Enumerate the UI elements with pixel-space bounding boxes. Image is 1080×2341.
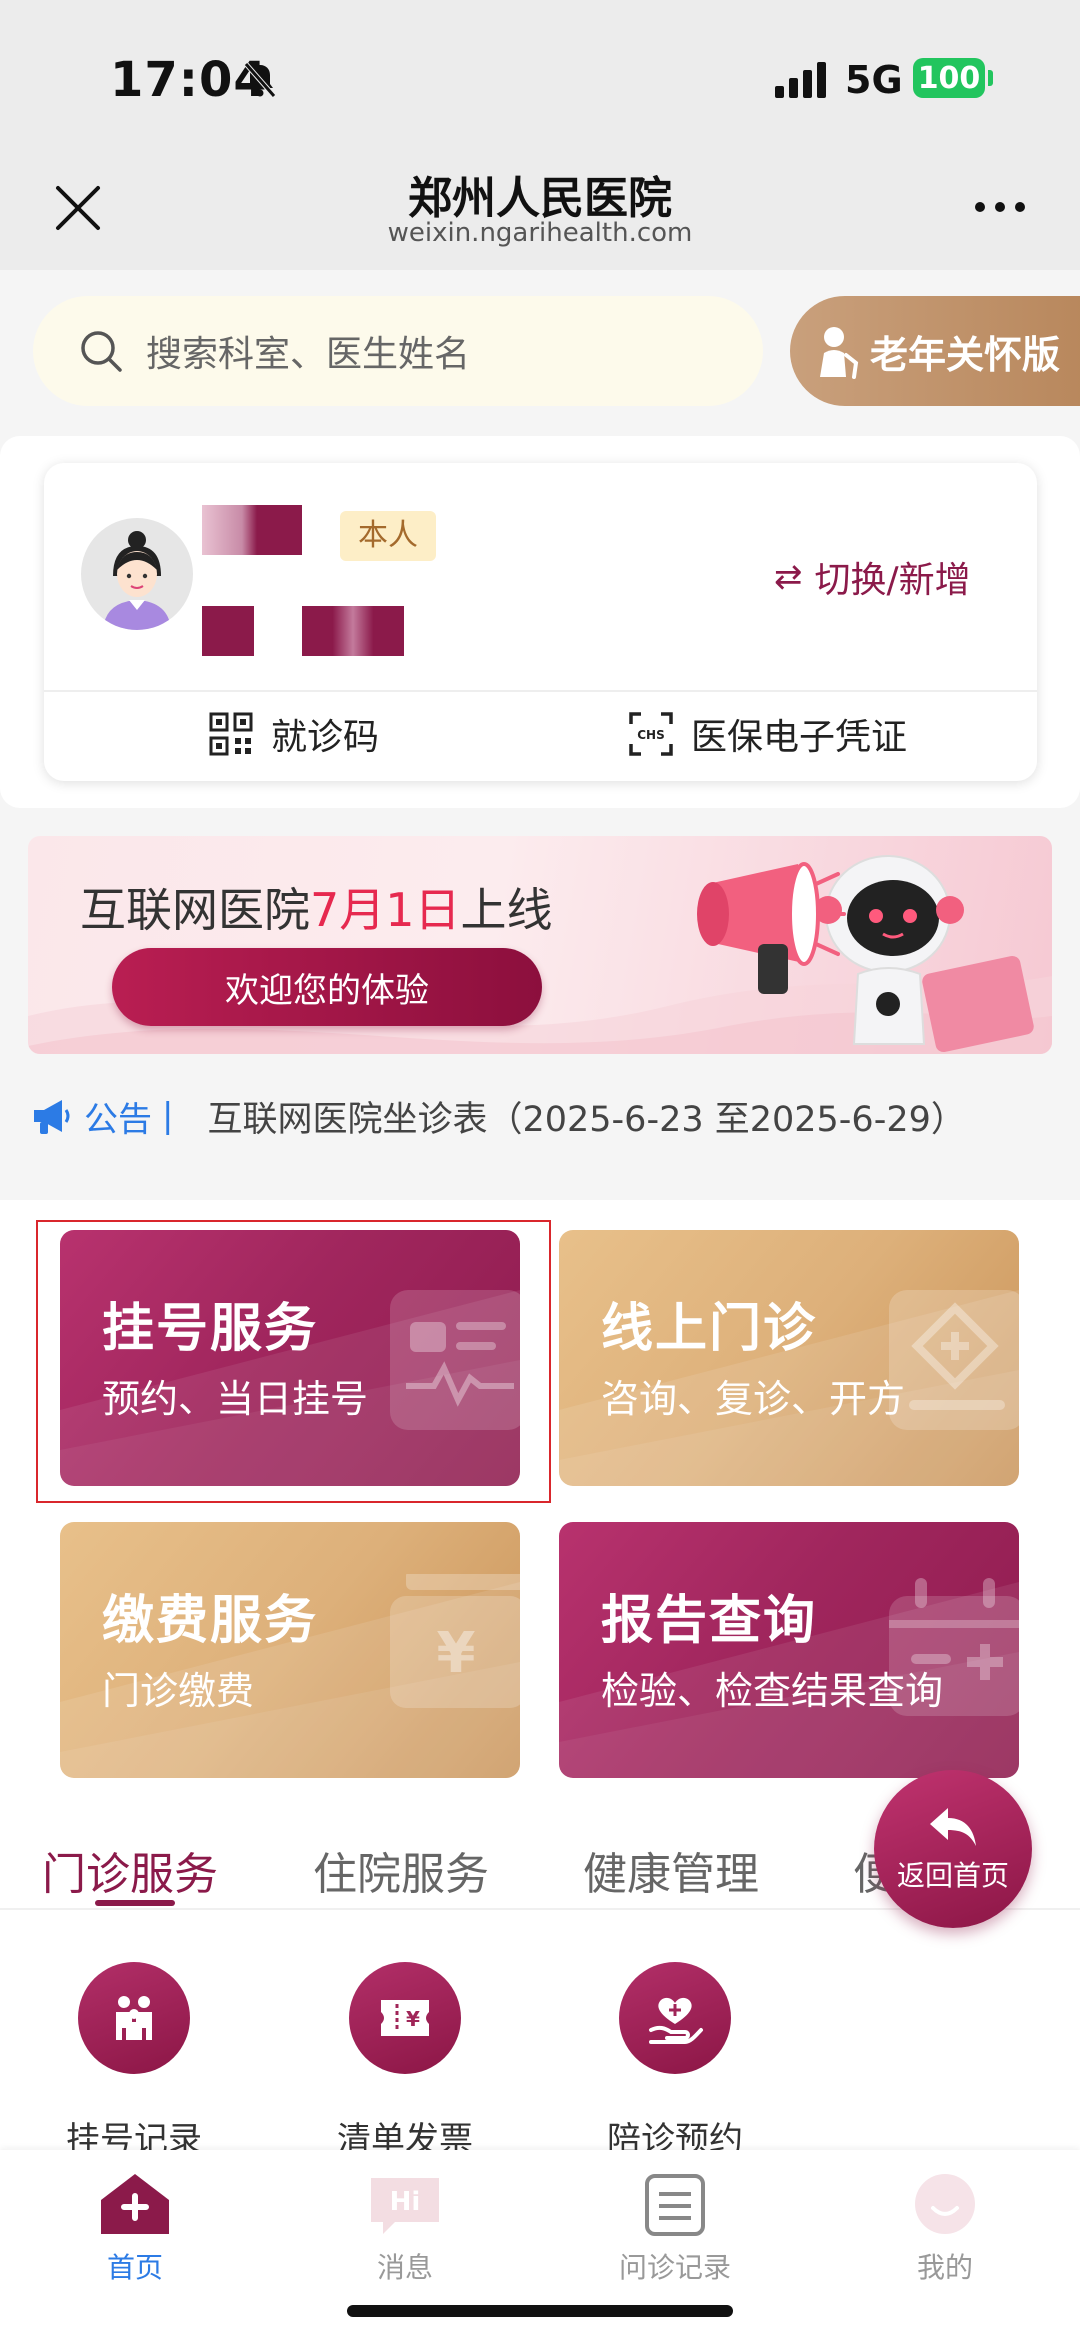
elder-mode-button[interactable]: 老年关怀版: [790, 296, 1080, 406]
active-tab-indicator: [95, 1900, 175, 1906]
bottom-nav-records[interactable]: 问诊记录: [575, 2170, 775, 2286]
tab-inpatient[interactable]: 住院服务: [313, 1838, 489, 1902]
report-query-card[interactable]: 报告查询 检验、检查结果查询: [559, 1522, 1019, 1778]
patient-id-redacted: [202, 606, 254, 656]
announcement-separator: |: [162, 1096, 174, 1136]
home-indicator: [347, 2305, 733, 2317]
selection-highlight-box: [36, 1220, 551, 1503]
patient-card: 本人 ⇄ 切换/新增 就诊码 CHS 医保电子凭证: [44, 463, 1037, 781]
visit-code-button[interactable]: 就诊码: [209, 708, 379, 760]
signal-icon: [775, 62, 826, 98]
payment-wallet-icon: ¥: [390, 1574, 520, 1708]
return-home-button[interactable]: 返回首页: [874, 1770, 1032, 1928]
bottom-nav-label: 我的: [916, 2251, 973, 2284]
service-subtitle: 检验、检查结果查询: [601, 1669, 944, 1713]
page-title: 郑州人民医院: [408, 173, 672, 224]
patient-name-redacted: [202, 505, 302, 555]
page-url: weixin.ngarihealth.com: [387, 218, 693, 248]
invoice-item[interactable]: ¥ 清单发票: [315, 1962, 495, 2161]
payment-service-card[interactable]: ¥ 缴费服务 门诊缴费: [60, 1522, 520, 1778]
svg-text:Hi: Hi: [390, 2187, 421, 2217]
service-subtitle: 门诊缴费: [102, 1669, 255, 1713]
tab-health-management[interactable]: 健康管理: [583, 1838, 759, 1902]
service-title: 线上门诊: [601, 1299, 818, 1359]
medical-insurance-label: 医保电子凭证: [691, 717, 908, 758]
battery-icon: 100: [913, 58, 985, 98]
banner-title: 互联网医院7月1日上线: [80, 874, 553, 940]
visit-code-label: 就诊码: [271, 717, 380, 758]
avatar-female-icon: [103, 531, 171, 630]
banner-title-date: 7月1日: [310, 883, 461, 937]
card-divider: [44, 690, 1037, 692]
medical-insurance-button[interactable]: CHS 医保电子凭证: [629, 708, 907, 760]
sub-service-icon-wrap: [78, 1962, 190, 2074]
online-clinic-card[interactable]: 线上门诊 咨询、复诊、开方: [559, 1230, 1019, 1486]
svg-text:CHS: CHS: [637, 728, 665, 742]
chs-scan-icon: CHS: [629, 712, 673, 756]
switch-patient-button[interactable]: ⇄ 切换/新增: [774, 551, 971, 603]
search-placeholder: 搜索科室、医生姓名: [146, 334, 471, 375]
bottom-nav-label: 问诊记录: [618, 2251, 731, 2284]
records-icon: [645, 2174, 705, 2236]
qr-code-icon: [209, 712, 253, 756]
svg-text:¥: ¥: [406, 2007, 420, 2031]
online-clinic-icon: [889, 1290, 1019, 1430]
tab-outpatient[interactable]: 门诊服务: [42, 1838, 218, 1902]
escort-appointment-item[interactable]: 陪诊预约: [585, 1962, 765, 2161]
search-input[interactable]: 搜索科室、医生姓名: [33, 296, 763, 406]
bottom-nav-home[interactable]: 首页: [35, 2170, 235, 2286]
registration-records-item[interactable]: 挂号记录: [44, 1962, 224, 2161]
robot-megaphone-illustration: [697, 855, 1034, 1053]
promo-banner[interactable]: 互联网医院7月1日上线 欢迎您的体验: [28, 836, 1052, 1054]
profile-icon: [915, 2174, 975, 2234]
switch-icon: ⇄: [774, 557, 803, 597]
battery-tip: [988, 70, 993, 86]
status-bar: 17:04 5G 100: [0, 0, 1080, 150]
banner-title-prefix: 互联网医院: [80, 883, 310, 937]
elder-person-icon: [820, 327, 859, 379]
nav-bar: 郑州人民医院 weixin.ngarihealth.com: [0, 150, 1080, 270]
network-type: 5G: [845, 58, 903, 102]
family-icon: [116, 1996, 152, 2040]
care-hand-icon: [649, 1997, 703, 2044]
more-icon[interactable]: [975, 202, 1025, 212]
bell-muted-icon: [244, 62, 276, 98]
invoice-icon: ¥: [381, 2000, 429, 2036]
home-icon: [101, 2174, 169, 2234]
patient-id-redacted-2: [302, 606, 404, 656]
return-arrow-icon: [930, 1808, 976, 1846]
bottom-nav-label: 首页: [106, 2251, 163, 2284]
announcement-label: 公告: [84, 1099, 152, 1140]
megaphone-icon: [34, 1100, 70, 1134]
sub-service-icon-wrap: ¥: [349, 1962, 461, 2074]
banner-cta-button[interactable]: 欢迎您的体验: [112, 948, 542, 1026]
self-badge: 本人: [340, 511, 436, 561]
switch-label: 切换/新增: [814, 560, 971, 601]
announcement-bar[interactable]: 公告 | 互联网医院坐诊表（2025-6-23 至2025-6-29）: [30, 1090, 966, 1142]
service-subtitle: 咨询、复诊、开方: [601, 1377, 906, 1421]
svg-text:¥: ¥: [437, 1621, 476, 1686]
service-title: 缴费服务: [102, 1591, 319, 1651]
service-title: 报告查询: [601, 1591, 818, 1651]
elder-mode-label: 老年关怀版: [870, 332, 1061, 377]
bottom-nav-messages[interactable]: Hi 消息: [305, 2170, 505, 2286]
avatar[interactable]: [81, 518, 193, 630]
message-icon: Hi: [371, 2178, 439, 2234]
bottom-nav-label: 消息: [376, 2251, 433, 2284]
announcement-text: 互联网医院坐诊表（2025-6-23 至2025-6-29）: [207, 1099, 966, 1140]
sub-service-icon-wrap: [619, 1962, 731, 2074]
return-home-label: 返回首页: [896, 1859, 1009, 1892]
search-icon: [81, 331, 122, 372]
banner-title-suffix: 上线: [460, 883, 553, 937]
bottom-nav-profile[interactable]: 我的: [845, 2170, 1045, 2286]
